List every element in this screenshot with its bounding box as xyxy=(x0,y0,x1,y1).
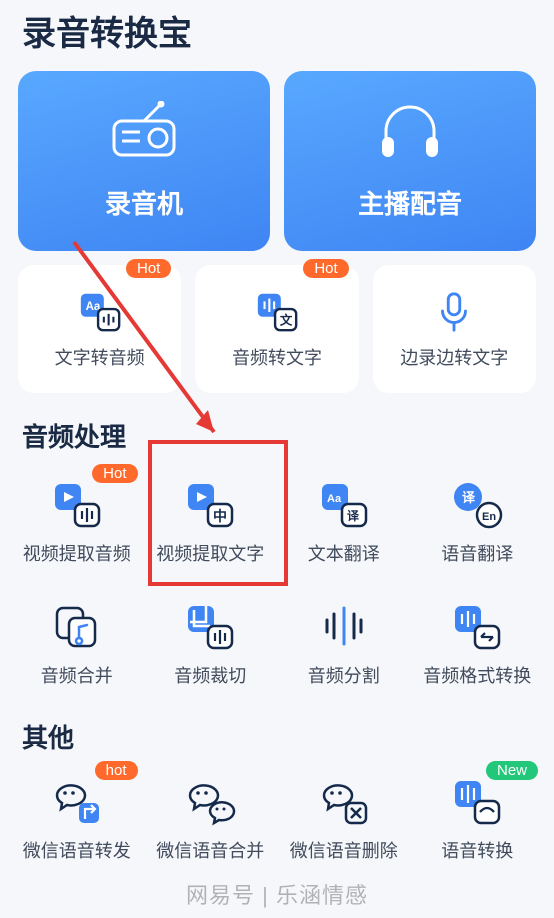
feature-text-to-audio[interactable]: Hot Aa 文字转音频 xyxy=(18,265,181,393)
item-audio-split[interactable]: 音频分割 xyxy=(277,594,411,694)
feature-audio-to-text[interactable]: Hot 文 音频转文字 xyxy=(195,265,358,393)
convert-icon xyxy=(451,775,503,827)
feature-row: Hot Aa 文字转音频 Hot 文 音频转文字 xyxy=(0,251,554,393)
audio-text-icon: 文 xyxy=(254,288,300,334)
hero-row: 录音机 主播配音 xyxy=(0,71,554,251)
hot-badge: Hot xyxy=(126,259,171,278)
audio-crop-icon xyxy=(184,600,236,652)
item-audio-crop[interactable]: 音频裁切 xyxy=(144,594,278,694)
item-wechat-merge[interactable]: 微信语音合并 xyxy=(144,769,278,869)
hot-badge: Hot xyxy=(303,259,348,278)
grid-label: 音频分割 xyxy=(308,662,380,688)
video-text-icon: 中 xyxy=(184,478,236,530)
audio-split-icon xyxy=(318,600,370,652)
hot-badge: Hot xyxy=(92,464,137,483)
headphones-icon xyxy=(374,101,446,166)
radio-icon xyxy=(108,101,180,166)
item-wechat-forward[interactable]: hot 微信语音转发 xyxy=(10,769,144,869)
item-text-translate[interactable]: Aa 译 文本翻译 xyxy=(277,472,411,572)
grid-label: 文本翻译 xyxy=(308,540,380,566)
wechat-forward-icon xyxy=(51,775,103,827)
text-translate-icon: Aa 译 xyxy=(318,478,370,530)
wechat-merge-icon xyxy=(184,775,236,827)
grid-label: 微信语音删除 xyxy=(290,837,398,863)
dubbing-label: 主播配音 xyxy=(358,184,462,221)
feature-label: 边录边转文字 xyxy=(400,344,508,370)
voice-translate-icon: 译 En xyxy=(451,478,503,530)
new-badge: New xyxy=(486,761,538,780)
video-audio-icon xyxy=(51,478,103,530)
hero-dubbing[interactable]: 主播配音 xyxy=(284,71,536,251)
grid-label: 音频格式转换 xyxy=(423,662,531,688)
item-audio-merge[interactable]: 音频合并 xyxy=(10,594,144,694)
watermark: 网易号 | 乐涵情感 xyxy=(186,878,368,910)
svg-text:文: 文 xyxy=(280,312,293,327)
grid-label: 视频提取音频 xyxy=(23,540,131,566)
svg-text:译: 译 xyxy=(347,509,360,523)
grid-label: 视频提取文字 xyxy=(156,540,264,566)
app-title: 录音转换宝 xyxy=(0,0,554,71)
grid-label: 微信语音转发 xyxy=(23,837,131,863)
grid-label: 音频合并 xyxy=(41,662,113,688)
grid-label: 语音翻译 xyxy=(441,540,513,566)
item-other-4[interactable]: New 语音转换 xyxy=(411,769,545,869)
text-audio-icon: Aa xyxy=(77,288,123,334)
section-audio-processing: 音频处理 xyxy=(0,393,554,464)
hero-recorder[interactable]: 录音机 xyxy=(18,71,270,251)
svg-text:En: En xyxy=(482,511,496,523)
audio-format-icon xyxy=(451,600,503,652)
svg-text:中: 中 xyxy=(213,508,227,524)
feature-record-convert[interactable]: 边录边转文字 xyxy=(373,265,536,393)
svg-text:译: 译 xyxy=(462,490,476,505)
grid-label: 微信语音合并 xyxy=(156,837,264,863)
recorder-label: 录音机 xyxy=(105,184,183,221)
wechat-delete-icon xyxy=(318,775,370,827)
grid-label: 语音转换 xyxy=(441,837,513,863)
microphone-icon xyxy=(431,288,477,334)
item-video-extract-text[interactable]: 中 视频提取文字 xyxy=(144,472,278,572)
grid-other: hot 微信语音转发 微信语音合并 xyxy=(0,765,554,869)
item-audio-format[interactable]: 音频格式转换 xyxy=(411,594,545,694)
item-video-extract-audio[interactable]: Hot 视频提取音频 xyxy=(10,472,144,572)
svg-text:Aa: Aa xyxy=(327,493,342,505)
section-other: 其他 xyxy=(0,694,554,765)
item-other-3[interactable]: 微信语音删除 xyxy=(277,769,411,869)
audio-merge-icon xyxy=(51,600,103,652)
hot-badge: hot xyxy=(95,761,138,780)
feature-label: 音频转文字 xyxy=(232,344,322,370)
feature-label: 文字转音频 xyxy=(55,344,145,370)
grid-label: 音频裁切 xyxy=(174,662,246,688)
item-voice-translate[interactable]: 译 En 语音翻译 xyxy=(411,472,545,572)
grid-audio: Hot 视频提取音频 中 视频提取文字 xyxy=(0,464,554,694)
